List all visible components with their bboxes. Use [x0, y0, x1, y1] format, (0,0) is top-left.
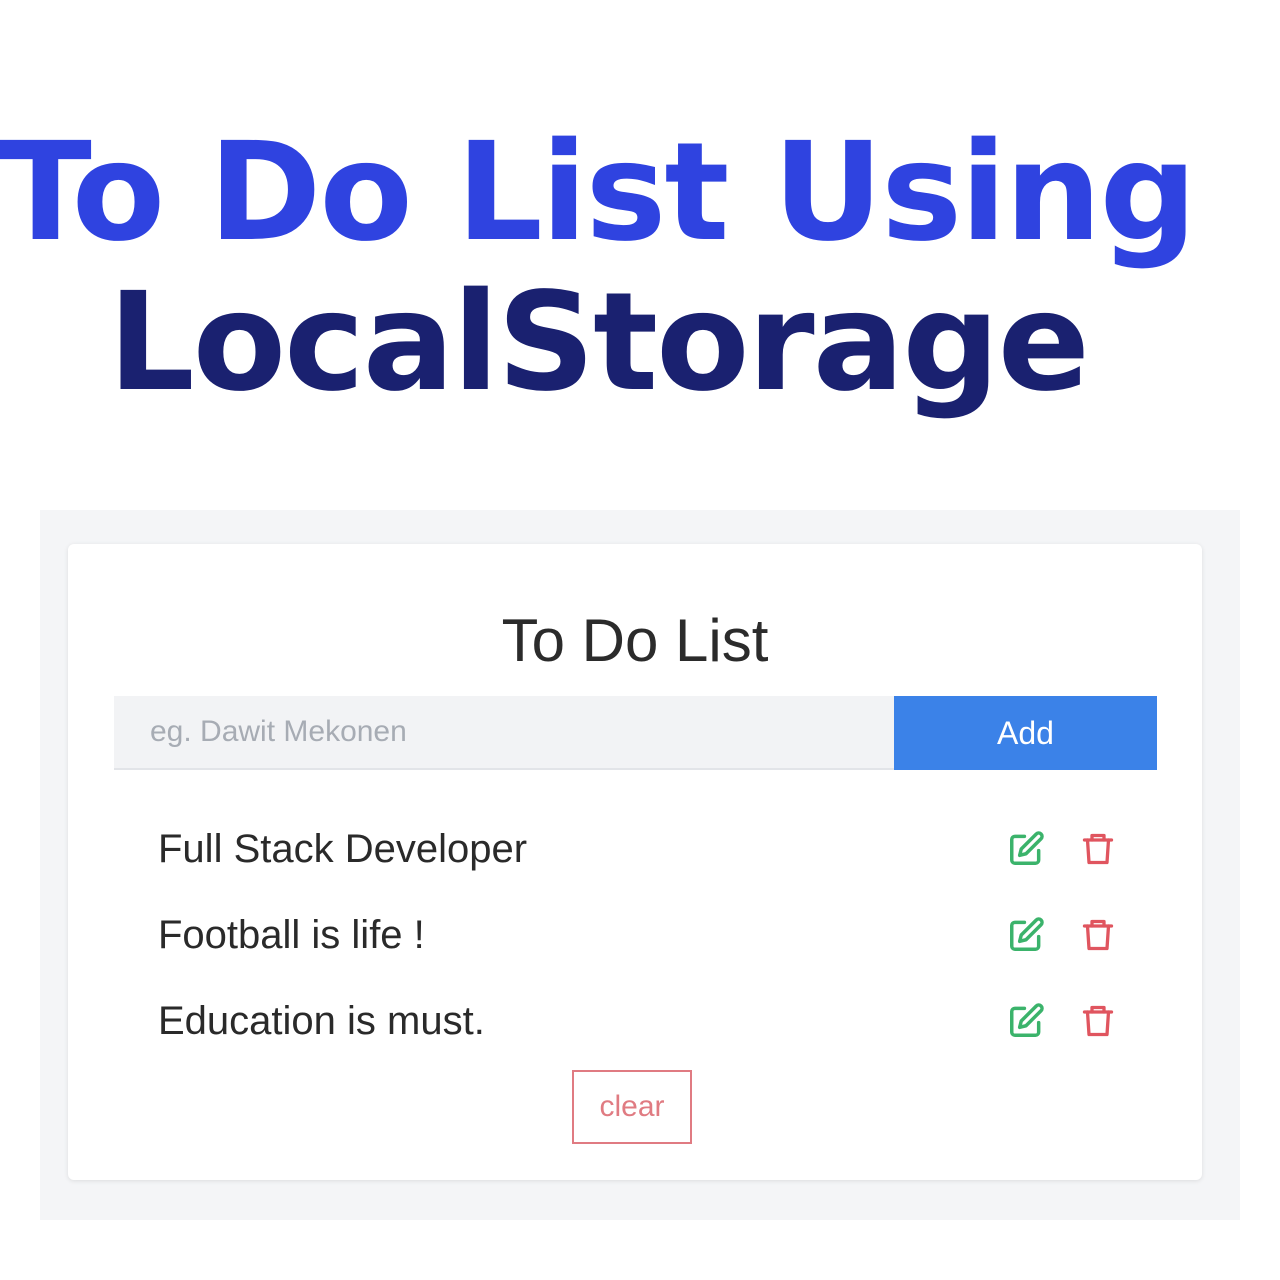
trash-icon[interactable]: [1078, 1001, 1118, 1041]
app-title: To Do List: [501, 607, 769, 674]
item-text: Full Stack Developer: [158, 826, 528, 871]
todo-card: To Do List Add Full Stack Developer: [68, 544, 1202, 1180]
item-actions: [1006, 1001, 1118, 1041]
input-row: Add: [114, 696, 1157, 770]
trash-icon[interactable]: [1078, 915, 1118, 955]
trash-icon[interactable]: [1078, 829, 1118, 869]
edit-icon[interactable]: [1006, 829, 1046, 869]
item-actions: [1006, 915, 1118, 955]
item-actions: [1006, 829, 1118, 869]
edit-icon[interactable]: [1006, 915, 1046, 955]
item-text: Education is must.: [158, 998, 485, 1043]
item-text: Football is life !: [158, 912, 425, 957]
headline: To Do List Using LocalStorage: [0, 118, 1200, 418]
add-button[interactable]: Add: [894, 696, 1157, 770]
list-item: Full Stack Developer: [158, 806, 1118, 892]
headline-line-2: LocalStorage: [108, 264, 1090, 422]
app-stage: To Do List Add Full Stack Developer: [40, 510, 1240, 1220]
clear-button[interactable]: clear: [572, 1070, 692, 1144]
todo-input[interactable]: [114, 696, 894, 770]
list-item: Football is life !: [158, 892, 1118, 978]
list-item: Education is must.: [158, 978, 1118, 1064]
edit-icon[interactable]: [1006, 1001, 1046, 1041]
headline-line-1: To Do List Using: [0, 114, 1197, 272]
todo-list: Full Stack Developer Football is life ! …: [158, 806, 1118, 1064]
